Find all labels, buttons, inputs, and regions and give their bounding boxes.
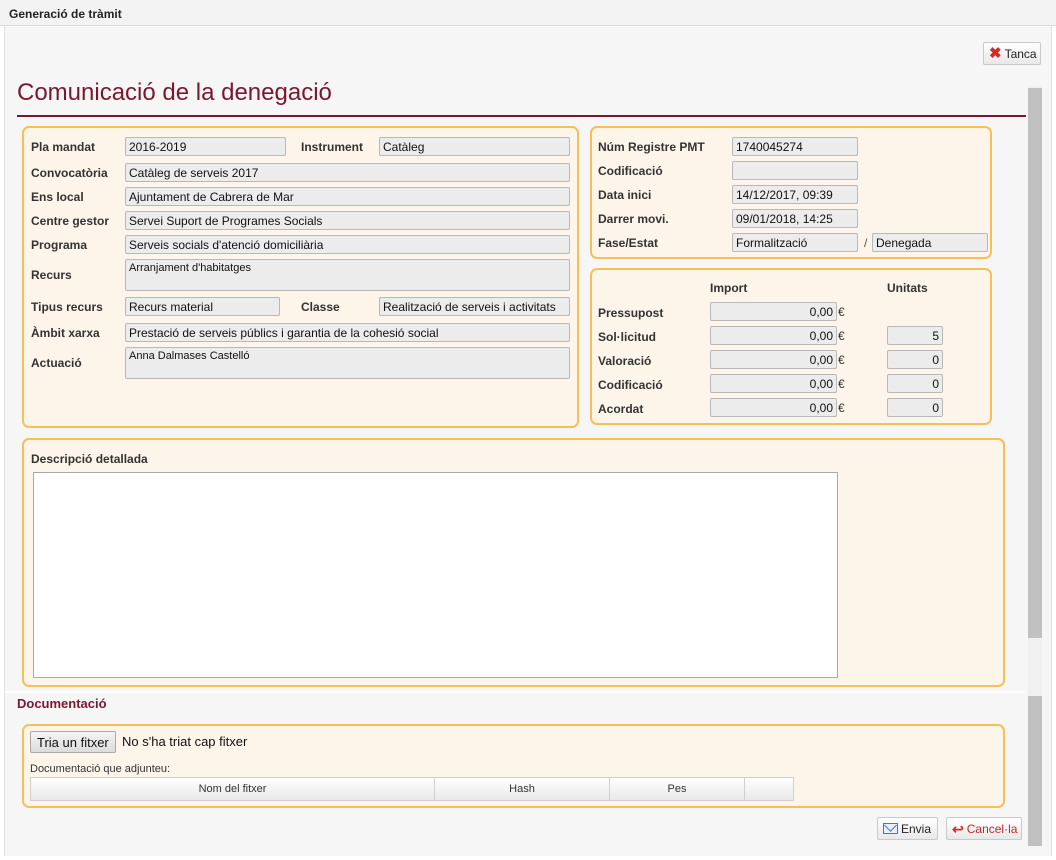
window-titlebar: Generació de tràmit [0, 0, 1056, 26]
window-title: Generació de tràmit [9, 7, 122, 21]
pressupost-label: Pressupost [598, 306, 664, 320]
choose-file-button[interactable]: Tria un fitxer [30, 731, 116, 753]
programa-label: Programa [31, 238, 88, 252]
programa-field[interactable]: Serveis socials d'atenció domiciliària [125, 235, 570, 254]
recurs-label: Recurs [31, 268, 72, 282]
actuacio-label: Actuació [31, 356, 82, 370]
convocatoria-field[interactable]: Catàleg de serveis 2017 [125, 163, 570, 182]
centre-gestor-label: Centre gestor [31, 214, 110, 228]
num-registre-field[interactable]: 1740045274 [732, 137, 858, 156]
documentacio-panel: Tria un fitxer No s'ha triat cap fitxer … [22, 724, 1005, 808]
ens-local-field[interactable]: Ajuntament de Cabrera de Mar [125, 187, 570, 206]
pla-mandat-field[interactable]: 2016-2019 [125, 137, 286, 156]
sollicitud-unitats-field[interactable]: 5 [887, 326, 943, 345]
codificacio-unitats-field[interactable]: 0 [887, 374, 943, 393]
descripcio-label: Descripció detallada [31, 452, 148, 466]
ambit-xarxa-field[interactable]: Prestació de serveis públics i garantia … [125, 323, 570, 342]
undo-icon: ↩ [952, 820, 964, 837]
cancel-button-label: Cancel·la [966, 821, 1018, 836]
actuacio-field[interactable]: Anna Dalmases Castelló [125, 347, 570, 379]
dialog: ✖ Tanca Comunicació de la denegació Pla … [4, 26, 1052, 856]
descripcio-textarea[interactable] [33, 472, 838, 678]
cancel-button[interactable]: ↩ Cancel·la [946, 817, 1022, 840]
general-info-panel: Pla mandat 2016-2019 Instrument Catàleg … [22, 126, 579, 428]
scrollbar-thumb[interactable] [1028, 88, 1042, 638]
documentacio-caption: Documentació que adjunteu: [30, 763, 171, 775]
data-inici-field[interactable]: 14/12/2017, 09:39 [732, 185, 858, 204]
codificacio-field[interactable] [732, 161, 858, 180]
no-file-text: No s'ha triat cap fitxer [122, 734, 248, 749]
pressupost-import-field[interactable]: 0,00 [710, 302, 837, 321]
page-title: Comunicació de la denegació [17, 79, 332, 106]
centre-gestor-field[interactable]: Servei Suport de Programes Socials [125, 211, 570, 230]
close-button[interactable]: ✖ Tanca [983, 42, 1041, 65]
section-divider [5, 691, 1025, 693]
send-button-label: Envia [901, 821, 932, 836]
fase-estat-separator: / [864, 236, 868, 250]
descripcio-panel: Descripció detallada [22, 438, 1005, 687]
valoracio-import-field[interactable]: 0,00 [710, 350, 837, 369]
sollicitud-import-field[interactable]: 0,00 [710, 326, 837, 345]
envelope-icon [883, 823, 898, 834]
codificacio-label: Codificació [598, 164, 663, 178]
imports-panel: Import Unitats Pressupost 0,00 € Sol·lic… [590, 268, 992, 425]
currency-symbol: € [838, 401, 845, 415]
instrument-field[interactable]: Catàleg [379, 137, 570, 156]
num-registre-label: Núm Registre PMT [598, 140, 705, 154]
acordat-unitats-field[interactable]: 0 [887, 398, 943, 417]
registre-panel: Núm Registre PMT 1740045274 Codificació … [590, 126, 992, 259]
convocatoria-label: Convocatòria [31, 166, 108, 180]
fase-estat-label: Fase/Estat [598, 236, 659, 250]
valoracio-label: Valoració [598, 354, 652, 368]
valoracio-unitats-field[interactable]: 0 [887, 350, 943, 369]
codificacio-import-field[interactable]: 0,00 [710, 374, 837, 393]
close-button-label: Tanca [1004, 46, 1037, 61]
files-table-header: Nom del fitxer Hash Pes [30, 777, 794, 801]
classe-field[interactable]: Realització de serveis i activitats [379, 297, 570, 316]
column-header-actions [745, 778, 793, 800]
currency-symbol: € [838, 305, 845, 319]
ambit-xarxa-label: Àmbit xarxa [31, 326, 100, 340]
send-button[interactable]: Envia [877, 817, 938, 840]
darrer-movi-field[interactable]: 09/01/2018, 14:25 [732, 209, 858, 228]
unitats-column-header: Unitats [887, 281, 928, 295]
classe-label: Classe [301, 300, 340, 314]
acordat-import-field[interactable]: 0,00 [710, 398, 837, 417]
import-column-header: Import [710, 281, 748, 295]
acordat-label: Acordat [598, 402, 644, 416]
data-inici-label: Data inici [598, 188, 652, 202]
title-divider [17, 115, 1026, 117]
ens-local-label: Ens local [31, 190, 84, 204]
fase-field[interactable]: Formalització [732, 233, 858, 252]
close-x-icon: ✖ [989, 45, 1002, 62]
instrument-label: Instrument [301, 140, 364, 154]
sollicitud-label: Sol·licitud [598, 330, 656, 344]
currency-symbol: € [838, 353, 845, 367]
documentacio-heading: Documentació [17, 696, 107, 711]
tipus-recurs-field[interactable]: Recurs material [125, 297, 280, 316]
column-header-pes[interactable]: Pes [610, 778, 745, 800]
tipus-recurs-label: Tipus recurs [31, 300, 103, 314]
column-header-nom[interactable]: Nom del fitxer [31, 778, 435, 800]
darrer-movi-label: Darrer movi. [598, 212, 669, 226]
codificacio-import-label: Codificació [598, 378, 663, 392]
currency-symbol: € [838, 329, 845, 343]
currency-symbol: € [838, 377, 845, 391]
pla-mandat-label: Pla mandat [31, 140, 96, 154]
column-header-hash[interactable]: Hash [435, 778, 610, 800]
recurs-field[interactable]: Arranjament d'habitatges [125, 259, 570, 291]
scrollbar-thumb-lower[interactable] [1028, 696, 1042, 846]
estat-field[interactable]: Denegada [872, 233, 988, 252]
